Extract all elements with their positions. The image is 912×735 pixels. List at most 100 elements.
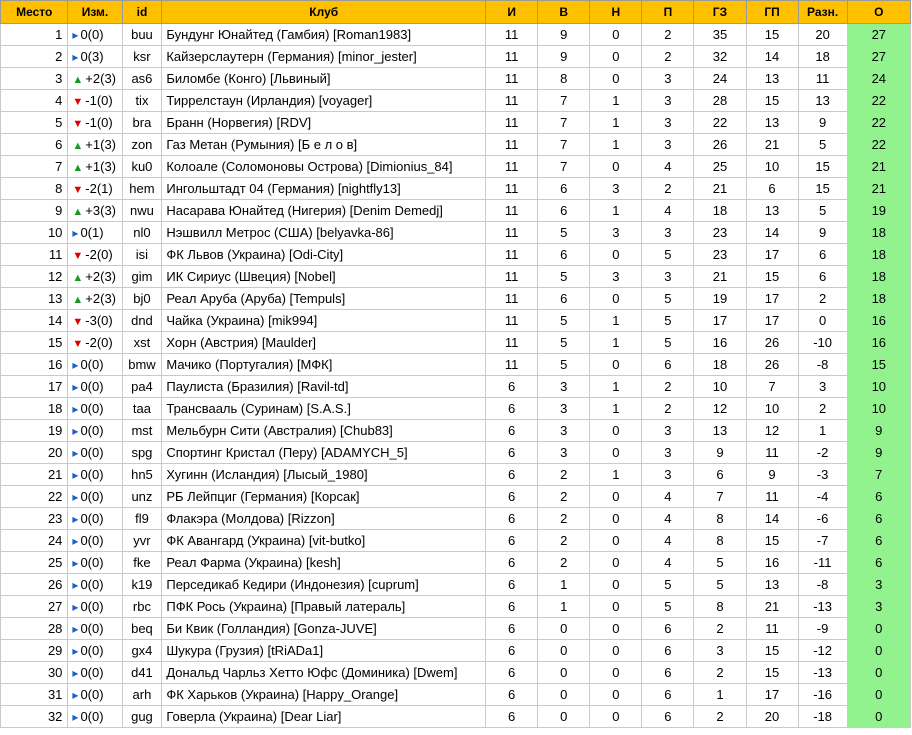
change-cell[interactable]: ▸ 0(0) [67,573,123,596]
change-cell[interactable]: ▲ +3(3) [67,199,123,222]
goal-diff-cell[interactable]: -6 [797,507,848,530]
goal-diff-cell[interactable]: 15 [797,177,848,200]
place-cell[interactable]: 21 [0,463,69,486]
place-cell[interactable]: 15 [0,331,69,354]
table-row[interactable]: 25 ▸ 0(0) fke Реал Фарма (Украина) [kesh] 6 2 0… [0,551,912,574]
change-cell[interactable]: ▸ 0(0) [67,441,123,464]
goals-against-cell[interactable]: 21 [745,133,799,156]
change-cell[interactable]: ▲ +1(3) [67,133,123,156]
draws-cell[interactable]: 3 [589,265,643,288]
goals-for-cell[interactable]: 23 [693,243,747,266]
games-cell[interactable]: 11 [485,23,539,46]
club-cell[interactable]: Мачико (Португалия) [МФК] [161,353,487,376]
id-cell[interactable]: nl0 [121,221,163,244]
draws-cell[interactable]: 0 [589,419,643,442]
header-id[interactable]: id [121,0,163,24]
place-cell[interactable]: 16 [0,353,69,376]
wins-cell[interactable]: 9 [537,23,591,46]
goals-against-cell[interactable]: 10 [745,397,799,420]
wins-cell[interactable]: 7 [537,89,591,112]
goals-for-cell[interactable]: 13 [693,419,747,442]
header-draws[interactable]: Н [589,0,643,24]
games-cell[interactable]: 6 [485,705,539,728]
table-row[interactable]: 13 ▲ +2(3) bj0 Реал Аруба (Аруба) [Tempuls] 1… [0,287,912,310]
wins-cell[interactable]: 5 [537,265,591,288]
club-cell[interactable]: Биломбе (Конго) [Львиный] [161,67,487,90]
losses-cell[interactable]: 4 [641,529,695,552]
goals-for-cell[interactable]: 21 [693,265,747,288]
table-row[interactable]: 16 ▸ 0(0) bmw Мачико (Португалия) [МФК] 11 5 0 6… [0,353,912,376]
change-cell[interactable]: ▸ 0(0) [67,375,123,398]
points-cell[interactable]: 16 [846,309,912,332]
points-cell[interactable]: 18 [846,287,912,310]
wins-cell[interactable]: 2 [537,529,591,552]
losses-cell[interactable]: 3 [641,111,695,134]
goals-for-cell[interactable]: 5 [693,551,747,574]
draws-cell[interactable]: 1 [589,309,643,332]
club-cell[interactable]: Дональд Чарльз Хетто Юфс (Доминика) [Dwe… [161,661,487,684]
losses-cell[interactable]: 5 [641,573,695,596]
change-cell[interactable]: ▸ 0(1) [67,221,123,244]
club-cell[interactable]: Перседикаб Кедири (Индонезия) [cuprum] [161,573,487,596]
table-row[interactable]: 12 ▲ +2(3) gim ИК Сириус (Швеция) [Nobel] 11 5… [0,265,912,288]
losses-cell[interactable]: 5 [641,309,695,332]
id-cell[interactable]: beq [121,617,163,640]
goals-for-cell[interactable]: 26 [693,133,747,156]
change-cell[interactable]: ▲ +1(3) [67,155,123,178]
change-cell[interactable]: ▸ 0(0) [67,683,123,706]
wins-cell[interactable]: 3 [537,419,591,442]
goal-diff-cell[interactable]: 15 [797,155,848,178]
id-cell[interactable]: d41 [121,661,163,684]
goals-for-cell[interactable]: 5 [693,573,747,596]
goals-against-cell[interactable]: 11 [745,617,799,640]
place-cell[interactable]: 10 [0,221,69,244]
id-cell[interactable]: k19 [121,573,163,596]
games-cell[interactable]: 6 [485,419,539,442]
place-cell[interactable]: 19 [0,419,69,442]
goals-for-cell[interactable]: 9 [693,441,747,464]
games-cell[interactable]: 11 [485,221,539,244]
points-cell[interactable]: 27 [846,45,912,68]
points-cell[interactable]: 0 [846,617,912,640]
change-cell[interactable]: ▼ -2(0) [67,243,123,266]
goals-for-cell[interactable]: 2 [693,617,747,640]
goals-for-cell[interactable]: 1 [693,683,747,706]
losses-cell[interactable]: 5 [641,331,695,354]
goals-against-cell[interactable]: 14 [745,45,799,68]
draws-cell[interactable]: 0 [589,595,643,618]
goals-for-cell[interactable]: 8 [693,595,747,618]
wins-cell[interactable]: 2 [537,463,591,486]
table-row[interactable]: 18 ▸ 0(0) taa Трансвааль (Суринам) [S.A.S.] 6… [0,397,912,420]
goals-for-cell[interactable]: 22 [693,111,747,134]
club-cell[interactable]: Ингольштадт 04 (Германия) [nightfly13] [161,177,487,200]
wins-cell[interactable]: 6 [537,243,591,266]
goals-for-cell[interactable]: 2 [693,661,747,684]
place-cell[interactable]: 4 [0,89,69,112]
goals-against-cell[interactable]: 13 [745,573,799,596]
id-cell[interactable]: mst [121,419,163,442]
club-cell[interactable]: Паулиста (Бразилия) [Ravil-td] [161,375,487,398]
losses-cell[interactable]: 2 [641,177,695,200]
draws-cell[interactable]: 0 [589,243,643,266]
games-cell[interactable]: 6 [485,507,539,530]
place-cell[interactable]: 31 [0,683,69,706]
goals-against-cell[interactable]: 16 [745,551,799,574]
table-row[interactable]: 8 ▼ -2(1) hem Ингольштадт 04 (Германия) [nig… [0,177,912,200]
table-row[interactable]: 30 ▸ 0(0) d41 Дональд Чарльз Хетто Юфс (Доми… [0,661,912,684]
table-row[interactable]: 19 ▸ 0(0) mst Мельбурн Сити (Австралия) [Chu… [0,419,912,442]
club-cell[interactable]: ФК Харьков (Украина) [Happy_Orange] [161,683,487,706]
change-cell[interactable]: ▼ -2(1) [67,177,123,200]
change-cell[interactable]: ▲ +2(3) [67,67,123,90]
goal-diff-cell[interactable]: 2 [797,397,848,420]
losses-cell[interactable]: 6 [641,705,695,728]
goals-against-cell[interactable]: 15 [745,265,799,288]
change-cell[interactable]: ▸ 0(0) [67,23,123,46]
id-cell[interactable]: zon [121,133,163,156]
goals-for-cell[interactable]: 16 [693,331,747,354]
header-goal-diff[interactable]: Разн. [797,0,848,24]
table-row[interactable]: 4 ▼ -1(0) tix Тиррелстаун (Ирландия) [voyage… [0,89,912,112]
draws-cell[interactable]: 0 [589,45,643,68]
losses-cell[interactable]: 5 [641,243,695,266]
change-cell[interactable]: ▼ -3(0) [67,309,123,332]
place-cell[interactable]: 24 [0,529,69,552]
